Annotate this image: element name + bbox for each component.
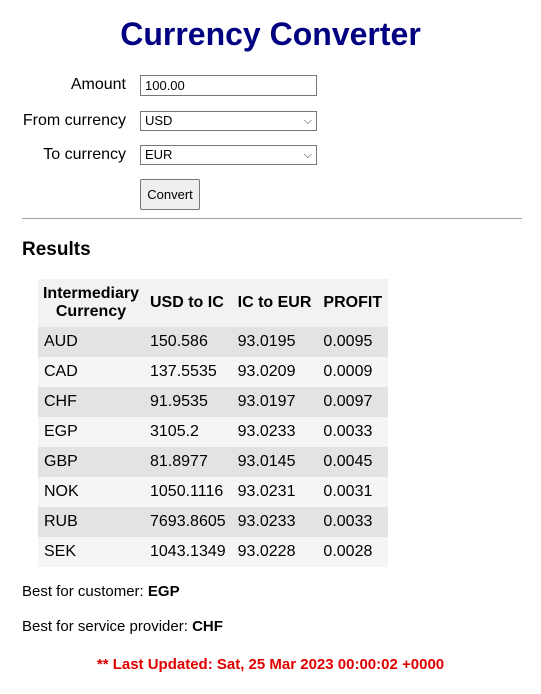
table-cell-currency: AUD bbox=[38, 327, 144, 357]
table-row: SEK 1043.1349 93.0228 0.0028 bbox=[38, 537, 389, 567]
column-header-profit: PROFIT bbox=[317, 279, 389, 327]
table-cell-profit: 0.0031 bbox=[317, 477, 389, 507]
table-cell-ic-to-eur: 93.0145 bbox=[231, 447, 318, 477]
table-row: AUD 150.586 93.0195 0.0095 bbox=[38, 327, 389, 357]
table-cell-ic-to-eur: 93.0233 bbox=[231, 417, 318, 447]
from-currency-value: USD bbox=[145, 113, 173, 128]
table-row: RUB 7693.8605 93.0233 0.0033 bbox=[38, 507, 389, 537]
table-cell-ic-to-eur: 93.0233 bbox=[231, 507, 318, 537]
column-header-usd-to-ic: USD to IC bbox=[144, 279, 232, 327]
best-for-customer: Best for customer: EGP bbox=[22, 583, 180, 601]
table-cell-usd-to-ic: 137.5535 bbox=[144, 357, 232, 387]
best-for-service-provider-value: CHF bbox=[192, 618, 223, 635]
table-cell-ic-to-eur: 93.0209 bbox=[231, 357, 318, 387]
table-row: GBP 81.8977 93.0145 0.0045 bbox=[38, 447, 389, 477]
table-cell-ic-to-eur: 93.0197 bbox=[231, 387, 318, 417]
page-title: Currency Converter bbox=[120, 16, 421, 52]
table-cell-profit: 0.0033 bbox=[317, 507, 389, 537]
table-cell-profit: 0.0097 bbox=[317, 387, 389, 417]
chevron-down-icon: ⌵ bbox=[303, 149, 312, 161]
table-cell-profit: 0.0028 bbox=[317, 537, 389, 567]
table-cell-usd-to-ic: 91.9535 bbox=[144, 387, 232, 417]
table-cell-currency: NOK bbox=[38, 477, 144, 507]
table-cell-ic-to-eur: 93.0228 bbox=[231, 537, 318, 567]
amount-row: Amount bbox=[0, 75, 541, 97]
table-cell-currency: RUB bbox=[38, 507, 144, 537]
table-cell-ic-to-eur: 93.0231 bbox=[231, 477, 318, 507]
best-for-service-provider: Best for service provider: CHF bbox=[22, 618, 223, 636]
table-header-row: Intermediary Currency USD to IC IC to EU… bbox=[38, 279, 389, 327]
last-updated-text: ** Last Updated: Sat, 25 Mar 2023 00:00:… bbox=[96, 656, 445, 673]
column-header-ic-to-eur: IC to EUR bbox=[231, 279, 318, 327]
chevron-down-icon: ⌵ bbox=[303, 115, 312, 127]
from-currency-label: From currency bbox=[22, 112, 126, 129]
amount-input[interactable] bbox=[140, 75, 317, 96]
from-currency-row: From currency USD ⌵ bbox=[0, 111, 541, 133]
results-heading: Results bbox=[22, 239, 91, 260]
table-cell-profit: 0.0009 bbox=[317, 357, 389, 387]
table-row: EGP 3105.2 93.0233 0.0033 bbox=[38, 417, 389, 447]
table-cell-currency: SEK bbox=[38, 537, 144, 567]
best-for-service-provider-label: Best for service provider: bbox=[22, 618, 188, 635]
table-cell-profit: 0.0033 bbox=[317, 417, 389, 447]
table-row: CHF 91.9535 93.0197 0.0097 bbox=[38, 387, 389, 417]
table-cell-ic-to-eur: 93.0195 bbox=[231, 327, 318, 357]
to-currency-row: To currency EUR ⌵ bbox=[0, 145, 541, 167]
column-header-intermediary-currency: Intermediary Currency bbox=[38, 279, 144, 327]
table-row: CAD 137.5535 93.0209 0.0009 bbox=[38, 357, 389, 387]
table-cell-currency: EGP bbox=[38, 417, 144, 447]
best-for-customer-label: Best for customer: bbox=[22, 583, 144, 600]
amount-label: Amount bbox=[70, 76, 126, 93]
to-currency-value: EUR bbox=[145, 147, 173, 162]
from-currency-select[interactable]: USD ⌵ bbox=[140, 111, 317, 131]
table-row: NOK 1050.1116 93.0231 0.0031 bbox=[38, 477, 389, 507]
best-for-customer-value: EGP bbox=[147, 583, 180, 600]
results-table: Intermediary Currency USD to IC IC to EU… bbox=[38, 279, 389, 567]
to-currency-select[interactable]: EUR ⌵ bbox=[140, 145, 317, 165]
to-currency-label: To currency bbox=[43, 146, 126, 163]
table-cell-usd-to-ic: 3105.2 bbox=[144, 417, 232, 447]
table-cell-usd-to-ic: 150.586 bbox=[144, 327, 232, 357]
table-cell-usd-to-ic: 7693.8605 bbox=[144, 507, 232, 537]
table-cell-currency: CAD bbox=[38, 357, 144, 387]
convert-button[interactable]: Convert bbox=[140, 179, 200, 210]
table-cell-currency: GBP bbox=[38, 447, 144, 477]
table-cell-usd-to-ic: 81.8977 bbox=[144, 447, 232, 477]
table-cell-profit: 0.0095 bbox=[317, 327, 389, 357]
table-cell-profit: 0.0045 bbox=[317, 447, 389, 477]
table-cell-usd-to-ic: 1050.1116 bbox=[144, 477, 232, 507]
table-cell-currency: CHF bbox=[38, 387, 144, 417]
table-cell-usd-to-ic: 1043.1349 bbox=[144, 537, 232, 567]
divider bbox=[22, 218, 522, 219]
